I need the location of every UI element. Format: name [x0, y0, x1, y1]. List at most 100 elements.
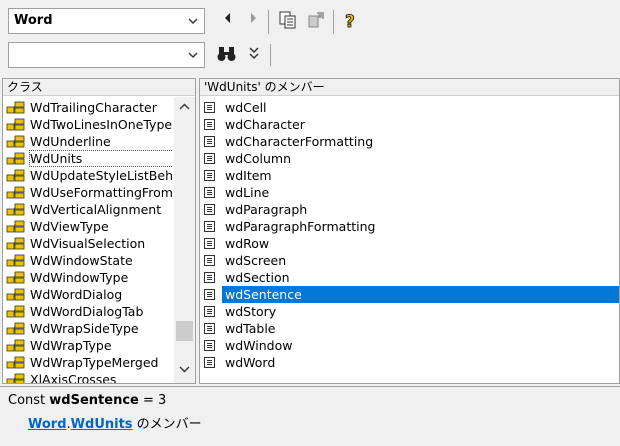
classes-scrollbar[interactable]	[174, 97, 195, 383]
member-list-item[interactable]: wdParagraph	[200, 201, 619, 218]
class-list-item[interactable]: WdWindowType	[3, 269, 173, 286]
enum-class-icon	[6, 373, 25, 383]
triangle-right-icon	[251, 13, 256, 23]
constant-icon	[204, 153, 215, 164]
class-list-item-label: WdWordDialogTab	[30, 304, 144, 319]
constant-icon	[204, 340, 215, 351]
class-list-item[interactable]: WdWindowState	[3, 252, 173, 269]
help-button[interactable]: ?	[340, 10, 360, 33]
search-combo[interactable]	[8, 42, 205, 68]
member-list-item[interactable]: wdColumn	[200, 150, 619, 167]
member-list-item[interactable]: wdCharacter	[200, 116, 619, 133]
enum-class-icon	[6, 203, 25, 216]
help-icon: ?	[345, 12, 356, 33]
member-list-item[interactable]: wdSentence	[200, 286, 619, 303]
classes-pane: クラス WdTrailingCharacter WdTwoLinesInOneTy…	[2, 78, 196, 384]
toolbar-separator	[333, 10, 334, 34]
enum-class-icon	[6, 356, 25, 369]
forward-button[interactable]	[244, 12, 262, 30]
member-list-item[interactable]: wdCharacterFormatting	[200, 133, 619, 150]
member-list-item-label: wdLine	[225, 185, 270, 200]
class-list-item[interactable]: WdUnits	[3, 150, 173, 167]
constant-icon	[204, 170, 215, 181]
class-list-item[interactable]: WdVerticalAlignment	[3, 201, 173, 218]
member-list-item-label: wdStory	[225, 304, 277, 319]
enum-class-icon	[6, 288, 25, 301]
class-list-item[interactable]: WdWordDialog	[3, 286, 173, 303]
class-list-item[interactable]: WdTrailingCharacter	[3, 99, 173, 116]
constant-icon	[204, 272, 215, 283]
classes-list[interactable]: WdTrailingCharacter WdTwoLinesInOneType Wd…	[3, 99, 173, 383]
class-list-item-label: WdVerticalAlignment	[30, 202, 162, 217]
class-list-item-label: WdTrailingCharacter	[30, 100, 157, 115]
view-definition-button[interactable]	[306, 10, 326, 30]
member-list-item[interactable]: wdItem	[200, 167, 619, 184]
member-list-item[interactable]: wdScreen	[200, 252, 619, 269]
enum-class-icon	[6, 101, 25, 114]
member-list-item[interactable]: wdStory	[200, 303, 619, 320]
member-list-item-label: wdItem	[225, 168, 272, 183]
enum-class-icon	[6, 271, 25, 284]
class-list-item[interactable]: WdWordDialogTab	[3, 303, 173, 320]
enum-class-icon	[6, 135, 25, 148]
library-link[interactable]: Word	[28, 417, 67, 432]
member-list-item-label: wdParagraphFormatting	[225, 219, 376, 234]
member-list-item-label: wdScreen	[225, 253, 287, 268]
scroll-down-button[interactable]	[177, 363, 192, 375]
constant-icon	[204, 357, 215, 368]
class-link[interactable]: WdUnits	[71, 417, 133, 432]
copy-icon	[279, 11, 296, 29]
member-list-item-label: wdWindow	[225, 338, 293, 353]
chevron-down-icon[interactable]	[186, 46, 200, 64]
search-button[interactable]	[216, 44, 238, 64]
double-chevron-down-icon	[249, 47, 259, 60]
class-list-item-label: WdWindowState	[30, 253, 133, 268]
class-list-item[interactable]: WdVisualSelection	[3, 235, 173, 252]
member-list-item[interactable]: wdWord	[200, 354, 619, 371]
enum-class-icon	[6, 186, 25, 199]
show-hide-search-results-button[interactable]	[245, 44, 263, 64]
member-list-item[interactable]: wdWindow	[200, 337, 619, 354]
classes-header: クラス	[3, 79, 195, 96]
library-combo[interactable]: Word	[8, 8, 205, 34]
const-name: wdSentence	[49, 393, 139, 408]
class-list-item[interactable]: WdTwoLinesInOneType	[3, 116, 173, 133]
member-list-item[interactable]: wdRow	[200, 235, 619, 252]
binoculars-icon	[217, 47, 236, 61]
copy-to-clipboard-button[interactable]	[278, 10, 298, 30]
member-list-item-label: wdParagraph	[225, 202, 308, 217]
member-list-item-label: wdCell	[225, 100, 267, 115]
details-pane: Const wdSentence = 3 Word.WdUnits のメンバー	[0, 386, 620, 446]
enum-class-icon	[6, 169, 25, 182]
member-list-item[interactable]: wdLine	[200, 184, 619, 201]
member-list-item-label: wdRow	[225, 236, 270, 251]
member-list-item[interactable]: wdTable	[200, 320, 619, 337]
toolbar-separator	[270, 44, 271, 66]
constant-icon	[204, 221, 215, 232]
class-list-item[interactable]: WdWrapType	[3, 337, 173, 354]
member-list-item-label: wdWord	[225, 355, 276, 370]
class-list-item[interactable]: WdUpdateStyleListBeh	[3, 167, 173, 184]
class-list-item[interactable]: WdWrapTypeMerged	[3, 354, 173, 371]
class-list-item-label: WdWrapTypeMerged	[30, 355, 159, 370]
toolbar-separator	[268, 10, 269, 34]
class-list-item[interactable]: WdUnderline	[3, 133, 173, 150]
class-list-item-label: WdWrapSideType	[30, 321, 139, 336]
constant-icon	[204, 102, 215, 113]
constant-icon	[204, 136, 215, 147]
constant-icon	[204, 204, 215, 215]
class-list-item[interactable]: XlAxisCrosses	[3, 371, 173, 383]
member-list-item[interactable]: wdParagraphFormatting	[200, 218, 619, 235]
class-list-item[interactable]: WdUseFormattingFrom	[3, 184, 173, 201]
scroll-thumb[interactable]	[176, 321, 193, 341]
class-list-item[interactable]: WdViewType	[3, 218, 173, 235]
member-list-item[interactable]: wdSection	[200, 269, 619, 286]
scroll-up-button[interactable]	[177, 101, 192, 113]
back-button[interactable]	[219, 12, 237, 30]
enum-class-icon	[6, 152, 25, 165]
member-list-item[interactable]: wdCell	[200, 99, 619, 116]
chevron-down-icon[interactable]	[186, 12, 200, 30]
members-list[interactable]: wdCell wdCharacter wdCharacterFormatting wd…	[200, 99, 619, 383]
member-list-item-label: wdColumn	[225, 151, 292, 166]
class-list-item[interactable]: WdWrapSideType	[3, 320, 173, 337]
